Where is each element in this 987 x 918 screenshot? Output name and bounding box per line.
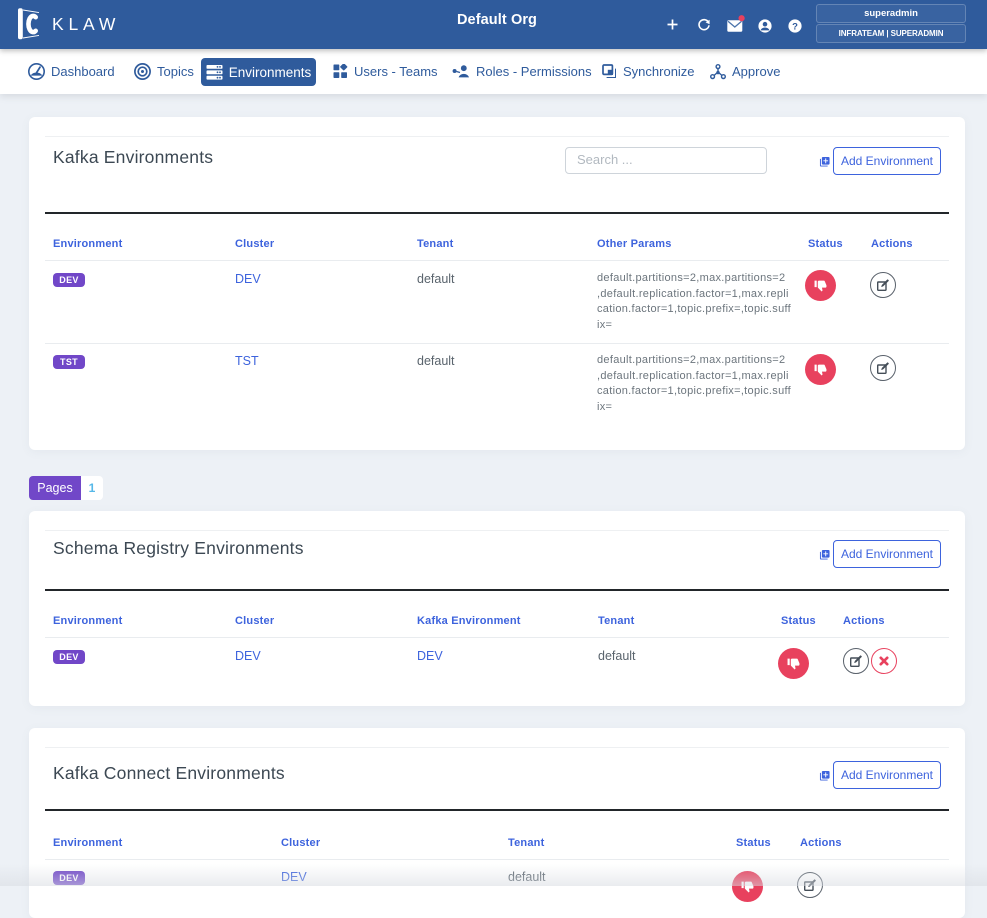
svg-text:?: ?	[792, 21, 798, 32]
